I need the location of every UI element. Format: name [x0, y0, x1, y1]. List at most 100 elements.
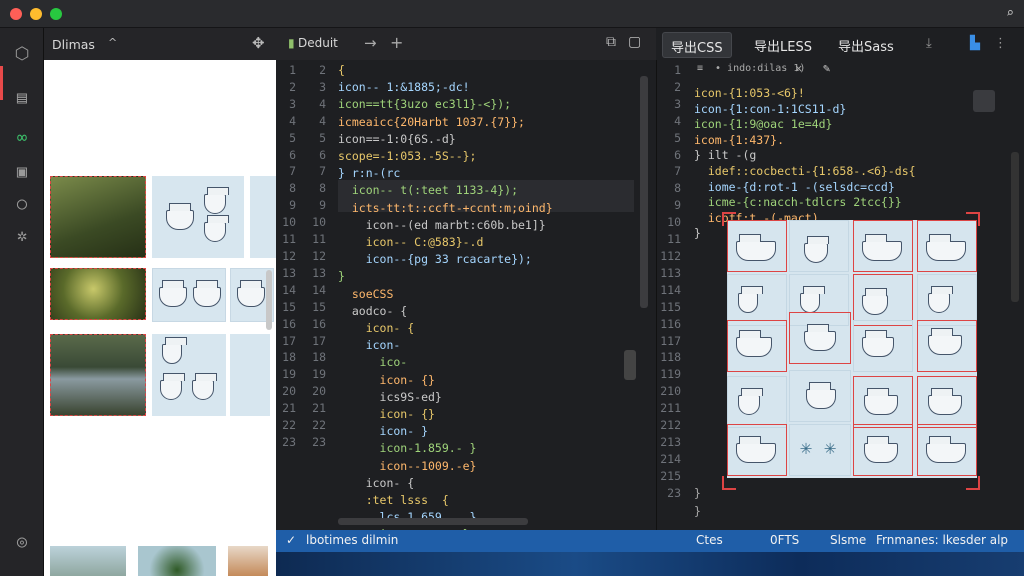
- sprite-thumbnail[interactable]: [152, 176, 244, 258]
- settings-icon[interactable]: ✲: [10, 224, 34, 248]
- code-line[interactable]: } r:n-(rc: [338, 165, 553, 182]
- selection-handle[interactable]: [722, 212, 736, 226]
- panel-scrollbar[interactable]: [1011, 152, 1019, 302]
- code-line[interactable]: icon-{1:053-<6}!: [694, 86, 916, 102]
- code-line[interactable]: icon- {: [338, 475, 553, 492]
- code-line[interactable]: } ilt -(g: [694, 148, 916, 164]
- code-line[interactable]: iome-{d:rot-1 -(selsdc=ccd}: [694, 180, 916, 196]
- line-number: 10: [282, 215, 296, 230]
- code-line[interactable]: aodco- {: [338, 303, 553, 320]
- code-line[interactable]: icon- {}: [338, 372, 553, 389]
- selection-handle[interactable]: [722, 476, 736, 490]
- sidebar-scrollbar[interactable]: [266, 270, 272, 330]
- image-thumbnail[interactable]: [228, 546, 268, 576]
- compass-icon[interactable]: ◎: [10, 530, 34, 554]
- editor-scrollbar[interactable]: [640, 76, 648, 308]
- status-item[interactable]: der alp: [966, 533, 1008, 547]
- sprite-thumbnail[interactable]: [230, 334, 270, 416]
- link-icon[interactable]: ∞: [10, 126, 34, 150]
- selection-handle[interactable]: [966, 212, 980, 226]
- search-icon[interactable]: ⌕: [1006, 6, 1014, 21]
- chevron-up-icon[interactable]: ^: [108, 36, 117, 49]
- code-line[interactable]: }: [338, 268, 553, 285]
- breadcrumb: ≡ • indo:dilas 1): [697, 63, 806, 74]
- sprite-cell: [727, 376, 787, 428]
- code-line[interactable]: icon-{1:9@oac 1e=4d}: [694, 117, 916, 133]
- export-icon[interactable]: ▙: [962, 32, 988, 58]
- arrow-right-icon[interactable]: →: [364, 34, 377, 52]
- code-line[interactable]: icon- {: [338, 320, 553, 337]
- code-line[interactable]: icom-{1:437}.: [694, 133, 916, 149]
- status-item[interactable]: 0FTS: [770, 533, 799, 547]
- sidebar-header: Dlimas ^ ✥: [44, 28, 276, 60]
- code-line[interactable]: icmeaicc{20Harbt 1037.{7}};: [338, 114, 553, 131]
- status-left[interactable]: lbotimes dilmin: [306, 533, 398, 547]
- tab-export-less[interactable]: 导出LESS: [746, 32, 820, 58]
- selection-handle[interactable]: [966, 476, 980, 490]
- code-line[interactable]: icon--(ed marbt:c60b.be1]}: [338, 217, 553, 234]
- tab-export-sass[interactable]: 导出Sass: [830, 32, 902, 58]
- code-line[interactable]: icon-{1:con-1:1CS11-d}: [694, 102, 916, 118]
- code-line[interactable]: soeCSS: [338, 286, 553, 303]
- image-thumbnail[interactable]: [50, 546, 126, 576]
- code-line[interactable]: icon--{pg 33 rcacarte});: [338, 251, 553, 268]
- sprite-cell: [727, 274, 787, 326]
- image-thumbnail[interactable]: [50, 176, 146, 258]
- status-item[interactable]: Ctes: [696, 533, 723, 547]
- maximize-window-button[interactable]: [50, 8, 62, 20]
- pin-icon[interactable]: ✎: [823, 61, 830, 75]
- download-icon[interactable]: ⤓: [918, 32, 940, 58]
- minimize-window-button[interactable]: [30, 8, 42, 20]
- sprite-thumbnail[interactable]: [152, 334, 226, 416]
- code-line[interactable]: icon-- t(:teet 1133-4});: [338, 182, 553, 199]
- close-window-button[interactable]: [10, 8, 22, 20]
- line-number: 21: [282, 401, 296, 416]
- horizontal-scrollbar[interactable]: [338, 518, 528, 525]
- line-number: 11: [312, 232, 326, 247]
- code-line[interactable]: icon==-1:0{6S.-d}: [338, 131, 553, 148]
- explorer-icon[interactable]: ⬡: [10, 42, 34, 66]
- preview-icon[interactable]: ▢: [628, 34, 641, 50]
- tab-export-css[interactable]: 导出CSS: [662, 32, 732, 58]
- sprite-sheet-preview[interactable]: ✳ ✳: [727, 220, 977, 478]
- split-editor-icon[interactable]: ⧉: [606, 34, 616, 50]
- image-thumbnail[interactable]: [138, 546, 216, 576]
- code-line[interactable]: {: [338, 62, 553, 79]
- status-item[interactable]: Frnmanes: lkes: [876, 533, 966, 547]
- code-line[interactable]: ico-: [338, 354, 553, 371]
- code-line[interactable]: :tet lsss {: [338, 492, 553, 509]
- code-content[interactable]: {icon-- 1:&1885;-dc! icon==tt{3uzo ec3l1}…: [338, 62, 553, 576]
- code-line[interactable]: icon==tt{3uzo ec3l1}-<});: [338, 96, 553, 113]
- code-line[interactable]: idef::cocbecti-{1:658-.<6}-ds{: [694, 164, 916, 180]
- sprite-thumbnail[interactable]: [250, 176, 276, 258]
- add-tab-button[interactable]: +: [390, 33, 403, 52]
- move-icon[interactable]: ✥: [252, 34, 265, 52]
- code-line[interactable]: icon--1009.-e}: [338, 458, 553, 475]
- code-line[interactable]: icme-{c:nacch-tdlcrs 2tcc{}}: [694, 195, 916, 211]
- image-icon[interactable]: ▣: [10, 160, 34, 184]
- sprite-thumbnail[interactable]: [152, 268, 226, 322]
- image-thumbnail[interactable]: [50, 268, 146, 320]
- code-line[interactable]: icts-tt:t::ccft-+ccnt:m;oind}: [338, 200, 553, 217]
- sprite-icon[interactable]: ▤: [10, 86, 34, 110]
- code-line[interactable]: icon- {}: [338, 406, 553, 423]
- image-thumbnail[interactable]: [50, 334, 146, 416]
- code-line[interactable]: ics9S-ed}: [338, 389, 553, 406]
- code-line[interactable]: scope=-1:053.-5S--};: [338, 148, 553, 165]
- search-icon[interactable]: ○: [10, 192, 34, 216]
- line-number: 118: [660, 350, 681, 365]
- line-number: 114: [660, 282, 681, 297]
- status-item[interactable]: Slsme: [830, 533, 866, 547]
- code-line[interactable]: icon-- C:@583}-.d: [338, 234, 553, 251]
- fold-toggle[interactable]: [624, 350, 636, 380]
- code-line[interactable]: icon-1.859.- }: [338, 440, 553, 457]
- active-indicator: [0, 66, 3, 100]
- code-line[interactable]: icon- }: [338, 423, 553, 440]
- tab-deduit[interactable]: Deduit: [298, 36, 338, 50]
- code-line[interactable]: icon-- 1:&1885;-dc!: [338, 79, 553, 96]
- close-icon[interactable]: ✕: [795, 61, 802, 75]
- copy-icon[interactable]: [973, 90, 995, 112]
- more-icon[interactable]: ⋮: [986, 32, 1015, 58]
- code-line[interactable]: icon-: [338, 337, 553, 354]
- line-number: 12: [312, 248, 326, 263]
